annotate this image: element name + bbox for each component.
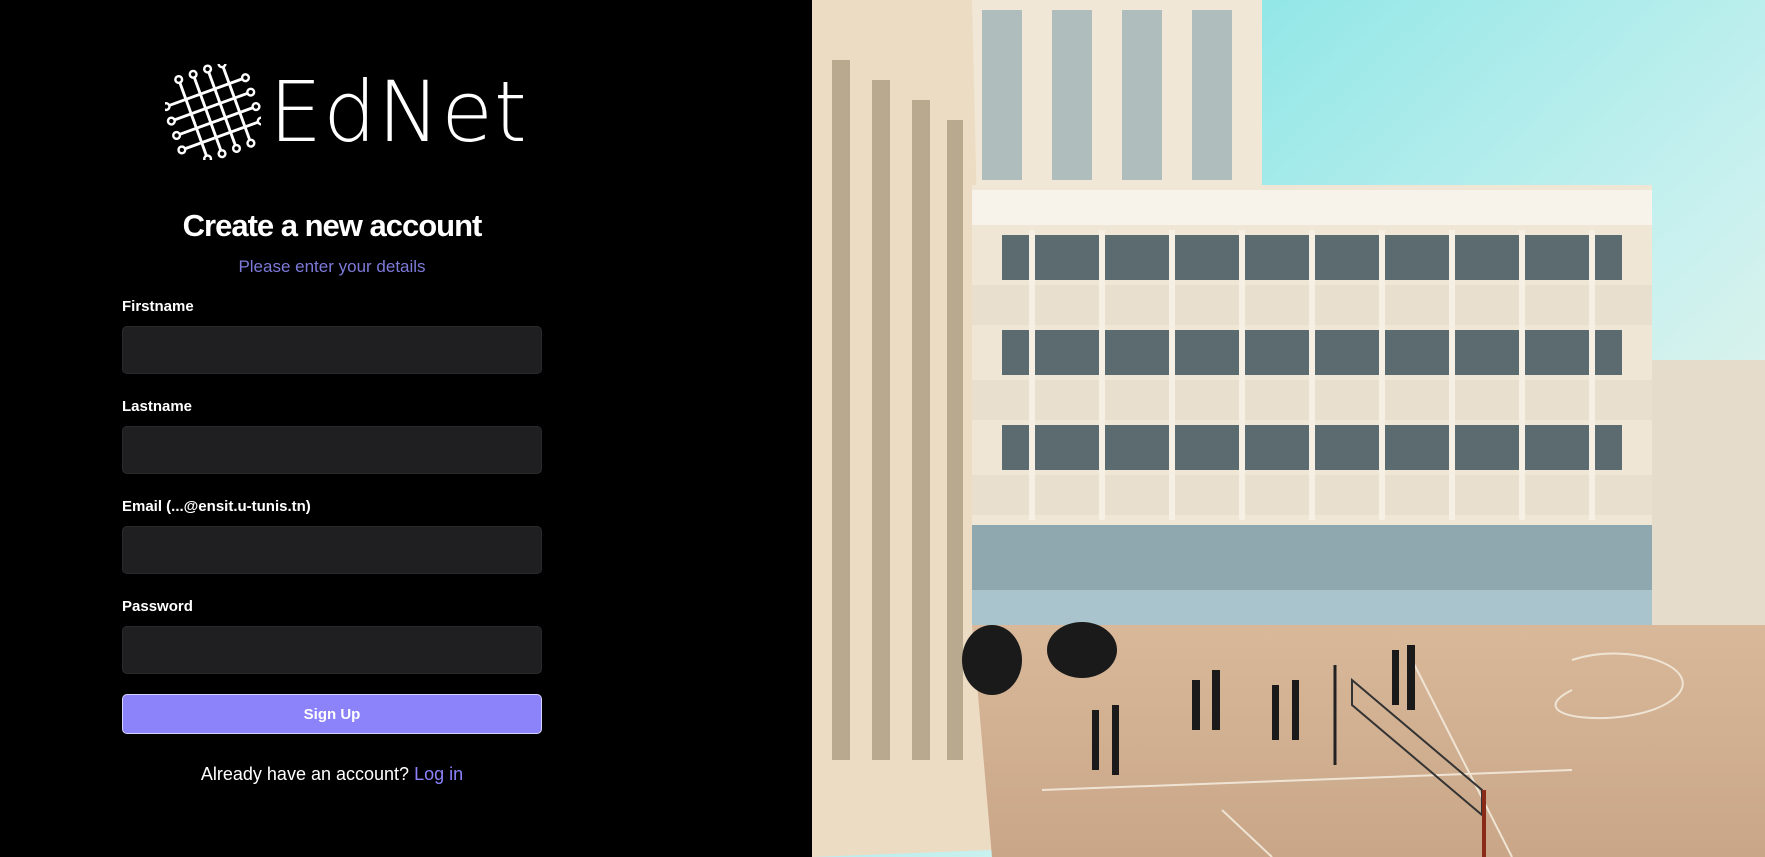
- lastname-input[interactable]: [122, 426, 542, 474]
- password-label: Password: [122, 598, 193, 615]
- password-input[interactable]: [122, 626, 542, 674]
- page-subtitle: Please enter your details: [238, 257, 426, 276]
- signup-page: EdNet Create a new account Please enter …: [0, 0, 1765, 857]
- mesh-network-icon: [165, 64, 261, 160]
- login-prompt: Already have an account? Log in: [122, 764, 542, 785]
- sign-up-button[interactable]: Sign Up: [122, 694, 542, 734]
- campus-courtyard-photo: [812, 0, 1765, 857]
- login-prompt-text: Already have an account?: [200, 764, 410, 784]
- firstname-input[interactable]: [122, 326, 542, 374]
- lastname-label: Lastname: [122, 398, 193, 415]
- brand-name: EdNet: [269, 63, 528, 161]
- signup-panel: EdNet Create a new account Please enter …: [0, 0, 812, 857]
- hero-image: [812, 0, 1765, 857]
- login-link[interactable]: Log in: [414, 764, 463, 784]
- firstname-label: Firstname: [122, 298, 194, 315]
- page-title: Create a new account: [182, 208, 483, 243]
- brand-logo: EdNet: [165, 64, 528, 160]
- email-input[interactable]: [122, 526, 542, 574]
- email-label: Email (...@ensit.u-tunis.tn): [122, 498, 311, 515]
